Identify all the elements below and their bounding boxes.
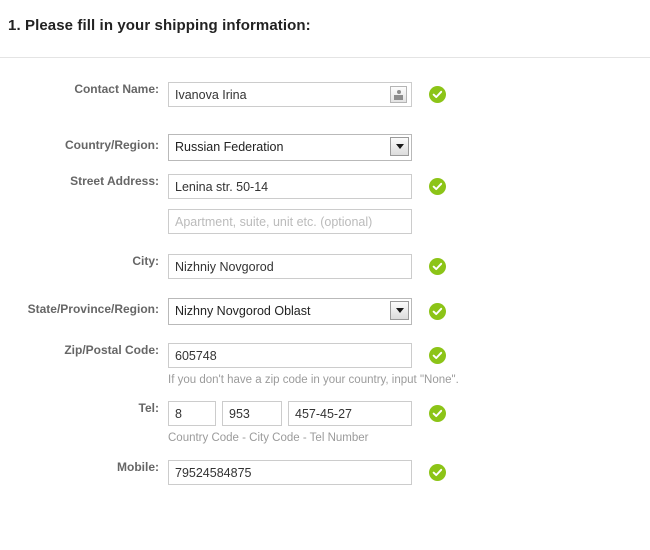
row-state: State/Province/Region: Nizhny Novgorod O… [0, 298, 650, 325]
state-valid-icon [429, 303, 446, 320]
street-address-input[interactable] [168, 174, 412, 199]
zip-label: Zip/Postal Code: [64, 343, 159, 357]
zip-field-cell: If you don't have a zip code in your cou… [168, 343, 650, 386]
row-tel: Tel: Country Code - City Code - Tel Numb… [0, 401, 650, 444]
tel-label: Tel: [138, 401, 159, 415]
city-field-cell [168, 254, 650, 279]
mobile-label: Mobile: [117, 460, 159, 474]
tel-valid-icon [429, 405, 446, 422]
row-mobile: Mobile: [0, 460, 650, 485]
country-label: Country/Region: [65, 138, 159, 152]
chevron-down-icon[interactable] [390, 137, 409, 156]
tel-input-group [168, 401, 650, 426]
country-select-wrap[interactable]: Russian Federation [168, 134, 412, 161]
city-valid-icon [429, 258, 446, 275]
form-body: Contact Name: Country/Region: Russian Fe… [0, 58, 650, 485]
chevron-down-icon[interactable] [390, 301, 409, 320]
contact-name-label: Contact Name: [74, 82, 159, 96]
shipping-information-form: 1. Please fill in your shipping informat… [0, 0, 650, 550]
contact-name-valid-icon [429, 86, 446, 103]
state-label: State/Province/Region: [27, 302, 159, 316]
contact-name-input[interactable] [168, 82, 412, 107]
mobile-input[interactable] [168, 460, 412, 485]
street-address-valid-icon [429, 178, 446, 195]
contact-card-glyph [394, 89, 403, 100]
apartment-input[interactable] [168, 209, 412, 234]
caret-glyph [395, 144, 404, 149]
state-select-wrap[interactable]: Nizhny Novgorod Oblast [168, 298, 412, 325]
contact-card-icon[interactable] [390, 86, 407, 103]
zip-input[interactable] [168, 343, 412, 368]
row-city: City: [0, 254, 650, 279]
caret-glyph [395, 308, 404, 313]
street-address-field-cell [168, 174, 650, 199]
state-select[interactable]: Nizhny Novgorod Oblast [168, 298, 412, 325]
zip-hint: If you don't have a zip code in your cou… [168, 374, 459, 386]
apartment-field-cell [168, 209, 650, 234]
state-field-cell: Nizhny Novgorod Oblast [168, 298, 650, 325]
row-street-address: Street Address: [0, 174, 650, 199]
row-zip: Zip/Postal Code: If you don't have a zip… [0, 343, 650, 386]
row-contact-name: Contact Name: [0, 82, 650, 107]
row-country: Country/Region: Russian Federation [0, 134, 650, 161]
mobile-valid-icon [429, 464, 446, 481]
tel-hint: Country Code - City Code - Tel Number [168, 432, 369, 444]
city-input[interactable] [168, 254, 412, 279]
city-label: City: [132, 254, 159, 268]
contact-name-field-cell [168, 82, 650, 107]
country-field-cell: Russian Federation [168, 134, 650, 161]
tel-field-cell: Country Code - City Code - Tel Number [168, 401, 650, 444]
mobile-field-cell [168, 460, 650, 485]
tel-number-input[interactable] [288, 401, 412, 426]
street-address-label: Street Address: [70, 174, 159, 188]
row-apartment [0, 209, 650, 234]
tel-city-code-input[interactable] [222, 401, 282, 426]
tel-country-code-input[interactable] [168, 401, 216, 426]
zip-valid-icon [429, 347, 446, 364]
country-select[interactable]: Russian Federation [168, 134, 412, 161]
page-title: 1. Please fill in your shipping informat… [8, 17, 311, 34]
